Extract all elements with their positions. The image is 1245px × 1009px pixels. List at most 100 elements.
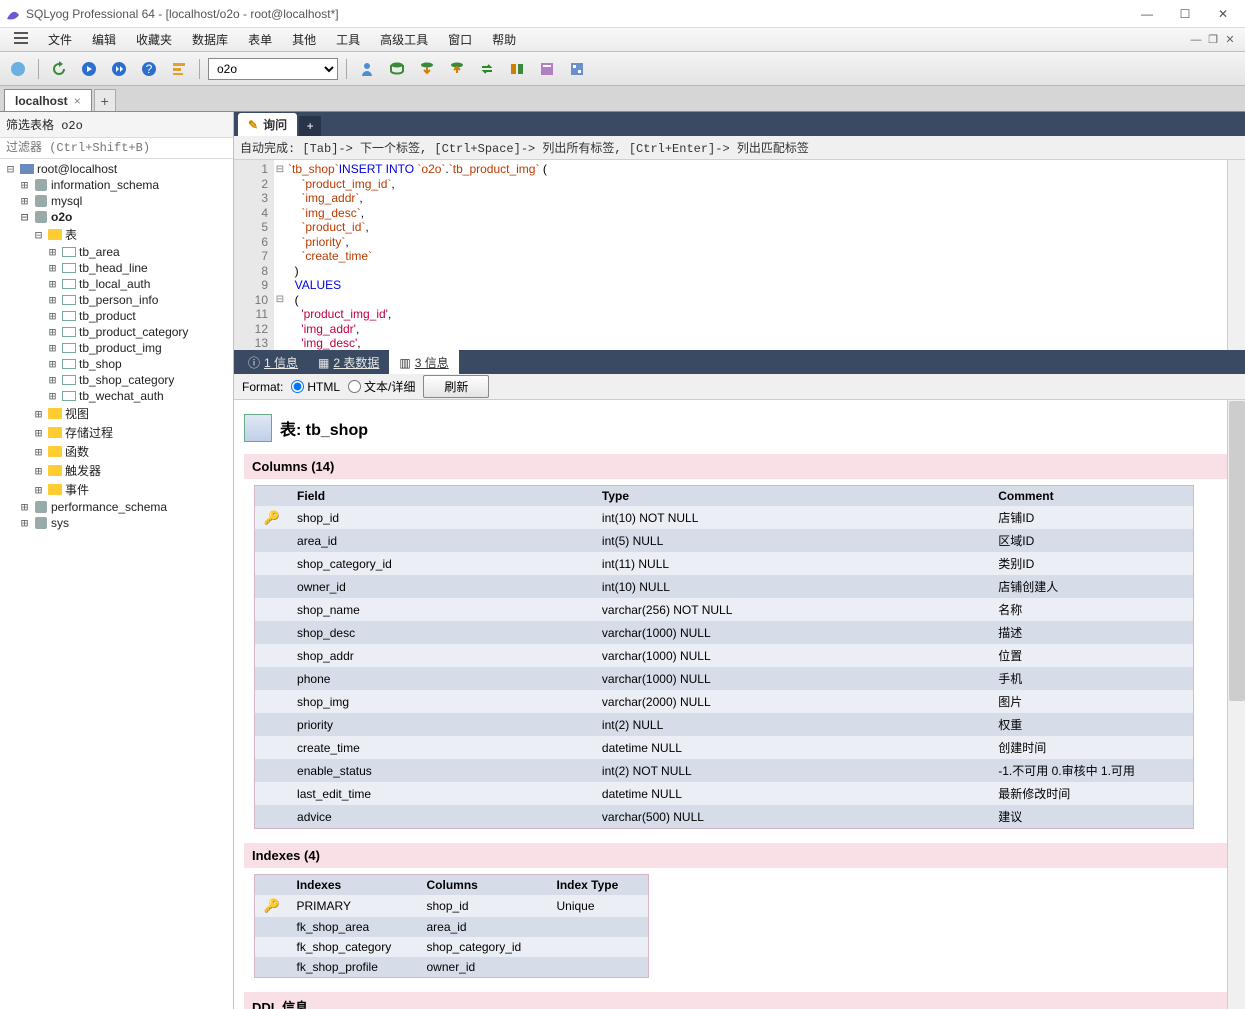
mdi-close-icon[interactable]: ✕ (1223, 33, 1237, 47)
table-row: shop_imgvarchar(2000) NULL图片 (255, 690, 1194, 713)
result-tab-data[interactable]: ▦2 表数据 (308, 350, 389, 374)
table-row: shop_category_idint(11) NULL类别ID (255, 552, 1194, 575)
tree-folder[interactable]: ⊞触发器 (0, 461, 233, 480)
query-builder-icon[interactable] (535, 57, 559, 81)
schema-designer-icon[interactable] (565, 57, 589, 81)
schema-tree[interactable]: ⊟root@localhost⊞information_schema⊞mysql… (0, 159, 233, 1009)
add-query-tab-button[interactable]: + (299, 116, 321, 136)
menu-item[interactable]: 文件 (38, 28, 82, 51)
result-tab-info1[interactable]: ⓘ1 信息 (238, 350, 308, 374)
close-button[interactable]: ✕ (1205, 3, 1241, 25)
menu-item[interactable]: 表单 (238, 28, 282, 51)
menu-item[interactable]: 工具 (326, 28, 370, 51)
table-row: phonevarchar(1000) NULL手机 (255, 667, 1194, 690)
sync-icon[interactable] (475, 57, 499, 81)
tree-table[interactable]: ⊞tb_shop (0, 356, 233, 372)
window-title: SQLyog Professional 64 - [localhost/o2o … (26, 7, 1129, 21)
tree-table[interactable]: ⊞tb_shop_category (0, 372, 233, 388)
table-row: create_timedatetime NULL创建时间 (255, 736, 1194, 759)
format-label: Format: (242, 380, 283, 394)
title-bar: SQLyog Professional 64 - [localhost/o2o … (0, 0, 1245, 28)
tree-table[interactable]: ⊞tb_product (0, 308, 233, 324)
format-sql-icon[interactable] (167, 57, 191, 81)
refresh-button[interactable]: 刷新 (423, 375, 489, 398)
query-tab[interactable]: ✎ 询问 (238, 113, 297, 136)
mdi-restore-icon[interactable]: ❐ (1206, 33, 1220, 47)
ddl-section-header: DDL 信息 (244, 992, 1235, 1009)
connection-tab-label: localhost (15, 94, 68, 108)
info-pane[interactable]: 表: tb_shop Columns (14) FieldTypeComment… (234, 400, 1245, 1009)
export-icon[interactable] (445, 57, 469, 81)
close-tab-icon[interactable]: × (74, 94, 81, 108)
refresh-icon[interactable] (47, 57, 71, 81)
table-row: enable_statusint(2) NOT NULL-1.不可用 0.审核中… (255, 759, 1194, 782)
add-connection-tab-button[interactable]: + (94, 89, 116, 111)
tree-tables-folder[interactable]: ⊟表 (0, 225, 233, 244)
user-manager-icon[interactable] (355, 57, 379, 81)
format-text-radio[interactable]: 文本/详细 (348, 378, 415, 395)
tree-folder[interactable]: ⊞视图 (0, 404, 233, 423)
editor-code[interactable]: ⊟⊟ `tb_shop`INSERT INTO `o2o`.`tb_produc… (274, 160, 1227, 350)
tree-database-active[interactable]: ⊟o2o (0, 209, 233, 225)
sql-editor[interactable]: 12345678910111213 ⊟⊟ `tb_shop`INSERT INT… (234, 160, 1245, 350)
columns-section-header: Columns (14) (244, 454, 1235, 479)
tree-table[interactable]: ⊞tb_person_info (0, 292, 233, 308)
execute-explain-icon[interactable]: ? (137, 57, 161, 81)
table-row: shop_descvarchar(1000) NULL描述 (255, 621, 1194, 644)
menu-item[interactable]: 编辑 (82, 28, 126, 51)
tree-table[interactable]: ⊞tb_wechat_auth (0, 388, 233, 404)
info-scrollbar[interactable] (1227, 400, 1245, 1009)
execute-icon[interactable] (77, 57, 101, 81)
editor-scrollbar[interactable] (1227, 160, 1245, 350)
result-tab-info3[interactable]: ▥3 信息 (389, 350, 458, 374)
tree-table[interactable]: ⊞tb_product_category (0, 324, 233, 340)
menu-icon[interactable] (4, 29, 38, 50)
autocomplete-hint: 自动完成: [Tab]-> 下一个标签, [Ctrl+Space]-> 列出所有… (234, 136, 1245, 160)
columns-icon: ▥ (399, 356, 410, 370)
fold-column[interactable]: ⊟⊟ (274, 162, 286, 307)
mdi-minimize-icon[interactable]: — (1189, 33, 1203, 47)
result-tab-strip: ⓘ1 信息 ▦2 表数据 ▥3 信息 (234, 350, 1245, 374)
tree-database[interactable]: ⊞mysql (0, 193, 233, 209)
tree-folder[interactable]: ⊞事件 (0, 480, 233, 499)
database-select[interactable]: o2o (208, 58, 338, 80)
tree-table[interactable]: ⊞tb_local_auth (0, 276, 233, 292)
tree-folder[interactable]: ⊞存储过程 (0, 423, 233, 442)
maximize-button[interactable]: ☐ (1167, 3, 1203, 25)
tree-database[interactable]: ⊞information_schema (0, 177, 233, 193)
query-tab-label: 询问 (263, 116, 287, 133)
table-row: last_edit_timedatetime NULL最新修改时间 (255, 782, 1194, 805)
columns-table: FieldTypeComment🔑shop_idint(10) NOT NULL… (254, 485, 1194, 829)
tree-folder[interactable]: ⊞函数 (0, 442, 233, 461)
tree-table[interactable]: ⊞tb_product_img (0, 340, 233, 356)
tree-table[interactable]: ⊞tb_area (0, 244, 233, 260)
import-icon[interactable] (415, 57, 439, 81)
tree-root[interactable]: ⊟root@localhost (0, 161, 233, 177)
object-browser: 筛选表格 o2o ⊟root@localhost⊞information_sch… (0, 112, 234, 1009)
schema-sync-icon[interactable] (505, 57, 529, 81)
menu-item[interactable]: 高级工具 (370, 28, 438, 51)
new-connection-icon[interactable] (6, 57, 30, 81)
tree-database[interactable]: ⊞sys (0, 515, 233, 531)
format-html-radio[interactable]: HTML (291, 380, 340, 394)
minimize-button[interactable]: — (1129, 3, 1165, 25)
svg-text:?: ? (146, 62, 153, 76)
tree-table[interactable]: ⊞tb_head_line (0, 260, 233, 276)
menu-item[interactable]: 其他 (282, 28, 326, 51)
table-row: fk_shop_areaarea_id (255, 917, 649, 937)
filter-input[interactable] (0, 138, 233, 159)
table-row: shop_addrvarchar(1000) NULL位置 (255, 644, 1194, 667)
connection-tab-strip: localhost × + (0, 86, 1245, 112)
indexes-table: IndexesColumnsIndex Type🔑PRIMARYshop_idU… (254, 874, 649, 978)
table-row: area_idint(5) NULL区域ID (255, 529, 1194, 552)
menu-item[interactable]: 收藏夹 (126, 28, 182, 51)
menu-item[interactable]: 帮助 (482, 28, 526, 51)
connection-tab-localhost[interactable]: localhost × (4, 89, 92, 111)
execute-all-icon[interactable] (107, 57, 131, 81)
menu-item[interactable]: 窗口 (438, 28, 482, 51)
table-row: fk_shop_categoryshop_category_id (255, 937, 649, 957)
toolbar: ? o2o (0, 52, 1245, 86)
backup-icon[interactable] (385, 57, 409, 81)
menu-item[interactable]: 数据库 (182, 28, 238, 51)
tree-database[interactable]: ⊞performance_schema (0, 499, 233, 515)
